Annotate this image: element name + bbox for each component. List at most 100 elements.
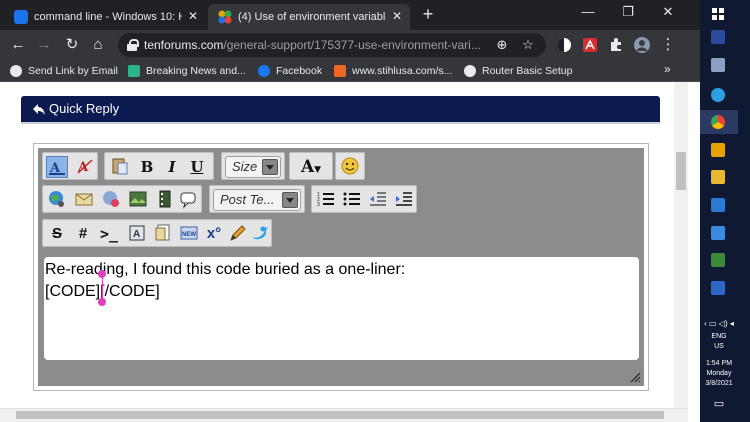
- indent-icon[interactable]: [393, 189, 415, 211]
- reply-textarea[interactable]: Re-reading, I found this code buried as …: [44, 257, 639, 360]
- font-color-button[interactable]: A▼: [294, 156, 328, 178]
- bookmark-stihl[interactable]: www.stihlusa.com/s...: [334, 63, 452, 79]
- chevron-down-icon: [262, 159, 278, 175]
- font-size-select[interactable]: Size: [225, 156, 281, 178]
- vertical-scroll-thumb[interactable]: [676, 152, 686, 190]
- bold-button[interactable]: B: [136, 156, 158, 178]
- menu-dots-icon[interactable]: ⋮: [658, 35, 678, 55]
- pencil-icon[interactable]: [227, 223, 249, 245]
- bookmark-router-setup[interactable]: Router Basic Setup: [464, 63, 572, 79]
- insert-image-icon[interactable]: [127, 189, 149, 211]
- tray-icons[interactable]: ‹ ▭ ◁) ◂: [700, 320, 738, 328]
- bookmarks-overflow-icon[interactable]: »: [664, 62, 671, 76]
- lock-icon: [127, 39, 139, 51]
- new-tab-button[interactable]: +: [418, 5, 438, 25]
- paste-icon[interactable]: [109, 156, 131, 178]
- ordered-list-icon[interactable]: 123: [315, 189, 337, 211]
- input-region[interactable]: US: [700, 343, 738, 351]
- minimize-icon[interactable]: —: [578, 4, 598, 19]
- remote-desktop-icon[interactable]: [711, 226, 725, 240]
- spoiler-icon[interactable]: NEW: [178, 223, 200, 245]
- clock-date[interactable]: 3/8/2021: [700, 380, 738, 388]
- tab-environment-variable[interactable]: (4) Use of environment variable f ✕: [208, 4, 410, 30]
- html-code-icon[interactable]: A: [126, 223, 148, 245]
- toolbar-group-font: A A: [42, 152, 98, 180]
- browser-tab-strip: command line - Windows 10: Ho ✕ (4) Use …: [0, 0, 700, 30]
- toolbar-group-color: A▼: [289, 152, 333, 180]
- powershell-icon[interactable]: [711, 30, 725, 44]
- strikethrough-button[interactable]: S: [46, 223, 68, 245]
- windows-legacy-icon[interactable]: [711, 143, 725, 157]
- network-app-icon[interactable]: [711, 88, 725, 102]
- bookmark-breaking-news[interactable]: Breaking News and...: [128, 63, 246, 79]
- address-bar[interactable]: tenforums.com/general-support/175377-use…: [118, 33, 546, 57]
- windows-start-icon[interactable]: [712, 8, 724, 20]
- clock-day[interactable]: Monday: [700, 370, 738, 378]
- file-app-icon[interactable]: [711, 58, 725, 72]
- divider: [21, 122, 660, 124]
- underline-button[interactable]: U: [186, 156, 208, 178]
- bookmark-facebook[interactable]: Facebook: [258, 63, 322, 79]
- profile-avatar[interactable]: [634, 37, 650, 53]
- quick-reply-header[interactable]: Quick Reply: [21, 96, 660, 122]
- insert-link-icon[interactable]: [46, 189, 68, 211]
- input-language[interactable]: ENG: [700, 333, 738, 341]
- restore-icon[interactable]: ❐: [618, 4, 638, 20]
- bookmark-globe-icon: [464, 65, 476, 77]
- insert-email-icon[interactable]: [73, 189, 95, 211]
- selection-handle-bottom[interactable]: [98, 298, 106, 306]
- php-code-icon[interactable]: [152, 223, 174, 245]
- outdent-icon[interactable]: [367, 189, 389, 211]
- chrome-icon[interactable]: [711, 115, 725, 129]
- close-tab-icon[interactable]: ✕: [392, 9, 402, 23]
- superscript-icon[interactable]: x°: [203, 223, 225, 245]
- clock-time[interactable]: 1:54 PM: [700, 360, 738, 368]
- dark-mode-extension-icon[interactable]: [556, 37, 572, 53]
- tab-command-line[interactable]: command line - Windows 10: Ho ✕: [4, 4, 206, 30]
- quote-icon[interactable]: [177, 189, 199, 211]
- notepad-icon[interactable]: [711, 253, 725, 267]
- remove-format-button[interactable]: A: [74, 156, 96, 178]
- unordered-list-icon[interactable]: [341, 189, 363, 211]
- close-window-icon[interactable]: ✕: [658, 4, 678, 20]
- extensions-puzzle-icon[interactable]: [608, 37, 624, 53]
- svg-text:A: A: [133, 229, 140, 240]
- post-template-select[interactable]: Post Te...: [213, 189, 301, 211]
- code-icon[interactable]: >_: [98, 223, 120, 245]
- toolbar-group-template: Post Te...: [209, 185, 305, 213]
- editor-frame: A A B I U Size: [33, 143, 649, 391]
- home-icon[interactable]: ⌂: [88, 35, 108, 55]
- remove-link-icon[interactable]: [100, 189, 122, 211]
- smiley-icon[interactable]: [339, 156, 361, 178]
- bookmark-label: Facebook: [276, 65, 323, 77]
- twitter-icon[interactable]: [250, 223, 272, 245]
- bookmark-globe-icon: [10, 65, 22, 77]
- toolbar-group-lists: 123: [311, 185, 417, 213]
- insert-video-icon[interactable]: [154, 189, 176, 211]
- rich-text-editor: A A B I U Size: [38, 148, 644, 386]
- app-window-icon[interactable]: [711, 281, 725, 295]
- vertical-scrollbar[interactable]: [674, 82, 688, 422]
- zoom-icon[interactable]: ⊕: [494, 37, 510, 53]
- pdf-extension-icon[interactable]: [582, 37, 598, 53]
- close-tab-icon[interactable]: ✕: [188, 9, 198, 23]
- reply-arrow-icon: [33, 104, 45, 115]
- quick-reply-label: Quick Reply: [49, 101, 120, 116]
- hashtag-icon[interactable]: #: [72, 223, 94, 245]
- horizontal-scroll-thumb[interactable]: [16, 411, 664, 419]
- mail-icon[interactable]: [711, 198, 725, 212]
- forward-arrow-icon[interactable]: →: [34, 35, 54, 55]
- toolbar-group-extra: S # >_ A NEW x°: [42, 219, 272, 247]
- font-size-value: Size: [232, 159, 258, 174]
- file-explorer-icon[interactable]: [711, 170, 725, 184]
- toggle-wysiwyg-button[interactable]: A: [46, 156, 68, 178]
- bookmark-star-icon[interactable]: ☆: [520, 37, 536, 53]
- notification-center-icon[interactable]: ▭: [700, 399, 738, 410]
- url-host: tenforums.com: [144, 38, 224, 52]
- reload-icon[interactable]: ↻: [62, 35, 82, 55]
- resize-grip-icon[interactable]: [629, 371, 641, 383]
- back-arrow-icon[interactable]: ←: [8, 35, 28, 55]
- tab-title: (4) Use of environment variable f: [238, 11, 386, 23]
- bookmark-send-link[interactable]: Send Link by Email: [10, 63, 118, 79]
- italic-button[interactable]: I: [161, 156, 183, 178]
